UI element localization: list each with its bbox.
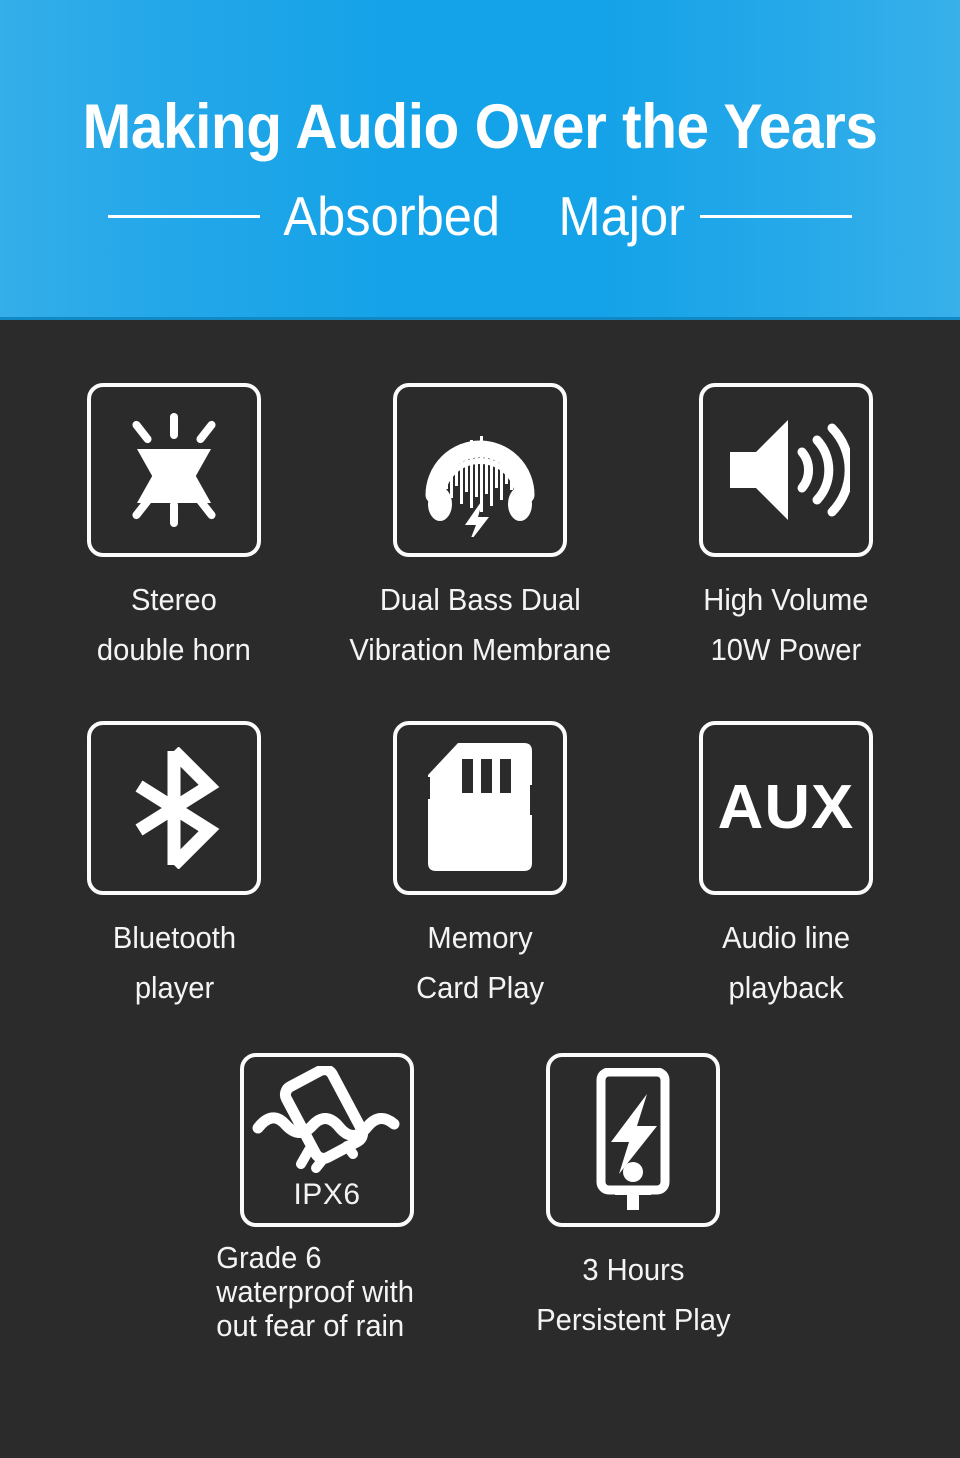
caption-line: 3 Hours bbox=[581, 1252, 685, 1287]
headphones-waveform-bass-icon bbox=[413, 403, 547, 537]
feature-tile bbox=[87, 383, 261, 557]
feature-battery-life: 3 Hours Persistent Play bbox=[480, 1053, 786, 1345]
feature-caption: High Volume 10W Power bbox=[703, 575, 868, 675]
speaker-volume-icon bbox=[722, 406, 850, 534]
feature-aux: AUX Audio line playback bbox=[633, 721, 939, 1013]
feature-grid: Stereo double horn Dual Bass Dual Vibrat… bbox=[0, 320, 960, 1345]
feature-stereo: Stereo double horn bbox=[21, 383, 327, 675]
caption-line: Dual Bass Dual bbox=[379, 582, 581, 617]
feature-caption: Bluetooth player bbox=[112, 913, 235, 1013]
caption-line: Persistent Play bbox=[535, 1302, 731, 1337]
feature-caption: Audio line playback bbox=[722, 913, 850, 1013]
subtitle-row: Absorbed Major bbox=[0, 181, 960, 251]
feature-row-3: IPX6 Grade 6 waterproof with out fear of… bbox=[0, 1053, 960, 1345]
caption-line: Vibration Membrane bbox=[349, 632, 611, 667]
feature-caption: Grade 6 waterproof with out fear of rain bbox=[216, 1241, 414, 1343]
ipx6-label: IPX6 bbox=[293, 1178, 361, 1211]
subtitle-word-absorbed: Absorbed bbox=[282, 185, 500, 247]
caption-line: player bbox=[134, 970, 214, 1005]
feature-tile bbox=[393, 383, 567, 557]
feature-tile: IPX6 bbox=[240, 1053, 414, 1227]
feature-tile: AUX bbox=[699, 721, 873, 895]
feature-tile bbox=[699, 383, 873, 557]
caption-line: Memory bbox=[427, 920, 533, 955]
feature-bluetooth: Bluetooth player bbox=[21, 721, 327, 1013]
feature-row-2: Bluetooth player Memory Card Play AUX Au… bbox=[0, 721, 960, 1013]
subtitle-rule-left bbox=[107, 214, 260, 218]
caption-line: Audio line bbox=[722, 920, 850, 955]
stereo-double-horn-icon bbox=[111, 407, 237, 533]
header-banner: Making Audio Over the Years Absorbed Maj… bbox=[0, 0, 960, 320]
caption-line: out fear of rain bbox=[216, 1308, 405, 1343]
caption-line: double horn bbox=[97, 632, 251, 667]
feature-tile bbox=[546, 1053, 720, 1227]
caption-line: Card Play bbox=[416, 970, 544, 1005]
caption-line: 10W Power bbox=[710, 632, 862, 667]
caption-line: High Volume bbox=[703, 582, 869, 617]
caption-line: Bluetooth bbox=[112, 920, 236, 955]
feature-memory-card: Memory Card Play bbox=[327, 721, 633, 1013]
feature-dual-bass: Dual Bass Dual Vibration Membrane bbox=[327, 383, 633, 675]
caption-line: waterproof with bbox=[216, 1274, 414, 1309]
feature-high-volume: High Volume 10W Power bbox=[633, 383, 939, 675]
feature-tile bbox=[393, 721, 567, 895]
subtitle-rule-right bbox=[700, 214, 853, 218]
subtitle-word-major: Major bbox=[558, 185, 685, 247]
feature-row-1: Stereo double horn Dual Bass Dual Vibrat… bbox=[0, 383, 960, 675]
product-feature-infographic: Making Audio Over the Years Absorbed Maj… bbox=[0, 0, 960, 1458]
feature-caption: Stereo double horn bbox=[97, 575, 251, 675]
battery-charge-device-icon bbox=[577, 1068, 689, 1212]
caption-line: playback bbox=[728, 970, 844, 1005]
feature-waterproof: IPX6 Grade 6 waterproof with out fear of… bbox=[174, 1053, 480, 1345]
feature-caption: Dual Bass Dual Vibration Membrane bbox=[349, 575, 611, 675]
feature-caption: 3 Hours Persistent Play bbox=[536, 1245, 730, 1345]
caption-line: Grade 6 bbox=[216, 1240, 322, 1275]
page-title: Making Audio Over the Years bbox=[82, 92, 878, 162]
feature-tile bbox=[87, 721, 261, 895]
memory-card-icon bbox=[420, 741, 540, 875]
aux-icon: AUX bbox=[717, 773, 855, 842]
caption-line: Stereo bbox=[131, 582, 217, 617]
feature-caption: Memory Card Play bbox=[416, 913, 544, 1013]
bluetooth-icon bbox=[113, 747, 235, 869]
